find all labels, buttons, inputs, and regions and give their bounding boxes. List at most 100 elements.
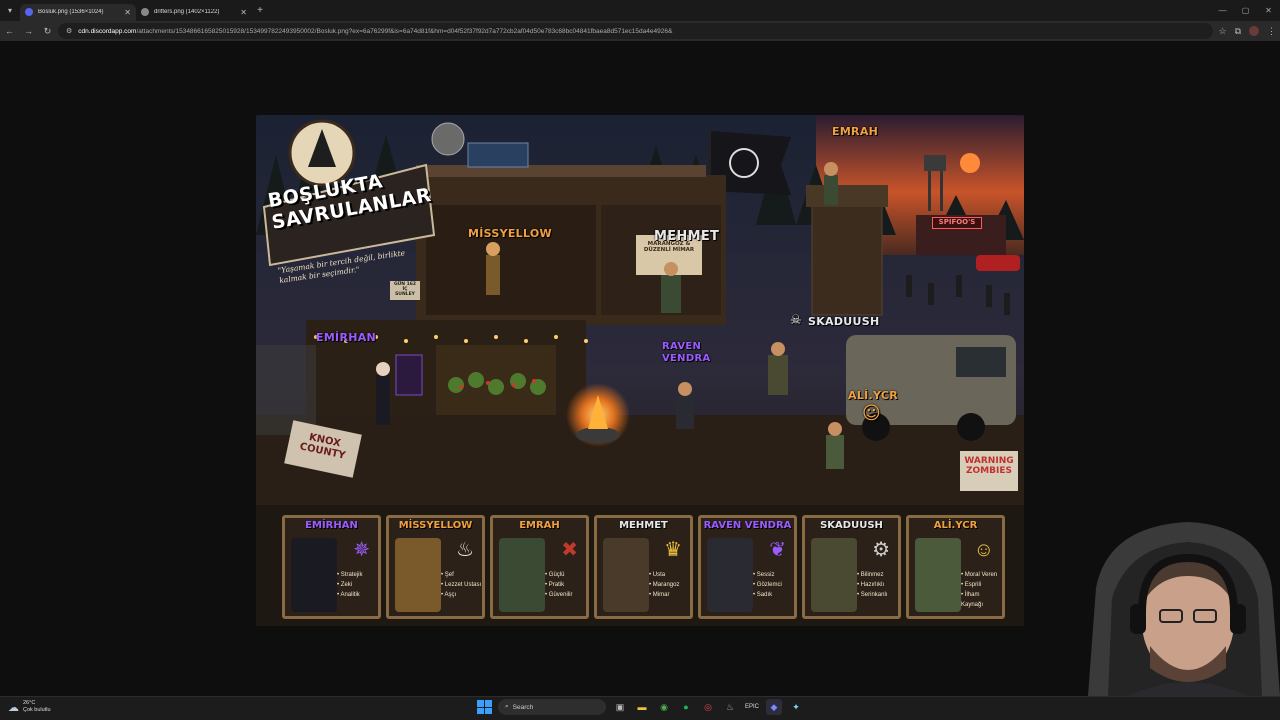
trait: Şef bbox=[441, 570, 481, 580]
trait: Sadık bbox=[753, 590, 782, 600]
crown-icon: ♛ bbox=[664, 539, 682, 561]
card-name: MİSSYELLOW bbox=[398, 520, 473, 531]
maximize-icon[interactable]: ▢ bbox=[1234, 0, 1257, 21]
trait: Bilinmez bbox=[857, 570, 887, 580]
portrait-mehmet bbox=[603, 538, 649, 612]
card-name: MEHMET bbox=[619, 520, 668, 531]
tab-search-icon[interactable]: ▾ bbox=[0, 0, 20, 21]
character-card-raven-vendra: RAVEN VENDRA ❦ Sessiz Gözlemci Sadık bbox=[698, 515, 797, 619]
card-name: EMRAH bbox=[519, 520, 560, 531]
webcam-overlay bbox=[1068, 518, 1280, 696]
trait: Esprili bbox=[961, 580, 1002, 590]
url-path: /attachments/1534866165825015928/1534997… bbox=[136, 27, 673, 35]
portrait-aliycr bbox=[915, 538, 961, 612]
card-name: ALİ.YCR bbox=[933, 520, 978, 531]
task-view-icon[interactable]: ▣ bbox=[612, 699, 628, 715]
menu-kebab-icon[interactable]: ⋮ bbox=[1267, 26, 1276, 37]
card-traits: Moral Veren Esprili İlham Kaynağı bbox=[961, 570, 1002, 610]
poster-image: BOŞLUKTA SAVRULANLAR "Yaşamak bir tercih… bbox=[256, 115, 1024, 626]
scene-label-emirhan: EMİRHAN bbox=[316, 331, 377, 344]
url-host: cdn.discordapp.com bbox=[78, 27, 137, 35]
search-label: Search bbox=[512, 703, 534, 711]
opera-icon[interactable]: ◎ bbox=[700, 699, 716, 715]
steam-icon[interactable]: ♨ bbox=[722, 699, 738, 715]
sign-gun-counter: GÜN 162 İÇ SUNLEY bbox=[390, 281, 420, 300]
extensions-icon[interactable]: ⧉ bbox=[1235, 26, 1241, 37]
address-bar[interactable]: ⚙ cdn.discordapp.com/attachments/1534866… bbox=[58, 23, 1213, 39]
trait: Lezzet Ustası bbox=[441, 580, 481, 590]
search-icon: ⌕ bbox=[505, 703, 509, 710]
skull-icon: ☠ bbox=[790, 313, 802, 328]
tab-close-icon[interactable]: ✕ bbox=[124, 8, 131, 17]
epic-games-icon[interactable]: EPIC bbox=[744, 699, 760, 715]
gear-icon: ⚙ bbox=[872, 539, 890, 561]
new-tab-button[interactable]: + bbox=[252, 5, 268, 16]
trait: Stratejik bbox=[337, 570, 363, 580]
window-controls: — ▢ ✕ bbox=[1211, 0, 1280, 21]
weather-temp: 26°C bbox=[23, 700, 36, 706]
cloud-icon: ☁ bbox=[8, 701, 19, 714]
browser-toolbar: ← → ↻ ⚙ cdn.discordapp.com/attachments/1… bbox=[0, 21, 1280, 41]
chrome-icon[interactable]: ◉ bbox=[656, 699, 672, 715]
minimize-icon[interactable]: — bbox=[1211, 0, 1234, 21]
card-traits: Sessiz Gözlemci Sadık bbox=[753, 570, 782, 600]
card-name: RAVEN VENDRA bbox=[703, 520, 792, 531]
weather-widget[interactable]: ☁ 26°C Çok bulutlu bbox=[8, 700, 51, 714]
trait: Moral Veren bbox=[961, 570, 1002, 580]
scene-label-raven: RAVEN VENDRA bbox=[662, 341, 711, 364]
character-card-skaduush: SKADUUSH ⚙ Bilinmez Hazırlıklı Serinkanl… bbox=[802, 515, 901, 619]
trait: Serinkanlı bbox=[857, 590, 888, 600]
taskbar-search[interactable]: ⌕ Search bbox=[498, 699, 606, 715]
forward-arrow-icon[interactable]: → bbox=[19, 26, 38, 36]
card-name: SKADUUSH bbox=[820, 520, 883, 531]
crossed-axes-icon: ✖ bbox=[561, 539, 578, 561]
trait: Marangoz bbox=[649, 580, 680, 590]
scene-label-missyellow: MİSSYELLOW bbox=[468, 227, 552, 240]
reload-icon[interactable]: ↻ bbox=[38, 26, 57, 37]
scene-label-skaduush: SKADUUSH bbox=[808, 315, 880, 328]
trait: Güvenilir bbox=[545, 590, 573, 600]
portrait-missyellow bbox=[395, 538, 441, 612]
trait: Mimar bbox=[649, 590, 679, 600]
discord-icon[interactable]: ◆ bbox=[766, 699, 782, 715]
profile-avatar-icon[interactable] bbox=[1249, 26, 1259, 36]
portrait-emrah bbox=[499, 538, 545, 612]
scene-label-aliycr: ALİ.YCR bbox=[848, 389, 899, 402]
tab-close-icon[interactable]: ✕ bbox=[240, 8, 247, 17]
file-explorer-icon[interactable]: ▬ bbox=[634, 699, 650, 715]
close-window-icon[interactable]: ✕ bbox=[1257, 0, 1280, 21]
smiley-icon: ☺ bbox=[862, 403, 882, 424]
portrait-emirhan bbox=[291, 538, 337, 612]
spotify-icon[interactable]: ● bbox=[678, 699, 694, 715]
tab-title: drifters.png (1402×1122) bbox=[154, 9, 220, 15]
raven-icon: ❦ bbox=[769, 539, 786, 561]
trait: İlham Kaynağı bbox=[961, 590, 1002, 610]
weather-desc: Çok bulutlu bbox=[23, 707, 51, 713]
portrait-raven bbox=[707, 538, 753, 612]
tab-bosluk[interactable]: Bosluk.png (1536×1024) ✕ bbox=[20, 3, 136, 21]
tab-drifters[interactable]: drifters.png (1402×1122) ✕ bbox=[136, 4, 252, 21]
webcam-feed bbox=[1068, 518, 1280, 696]
chef-hat-icon: ♨ bbox=[456, 539, 474, 561]
sign-marangoz: MARANGOZ & DÜZENLİ MİMAR bbox=[643, 241, 695, 254]
trait: Zeki bbox=[337, 580, 362, 590]
sign-spifoos: SPIFOO'S bbox=[932, 217, 982, 229]
trait: Analitik bbox=[337, 590, 362, 600]
trait: Gözlemci bbox=[753, 580, 782, 590]
bookmark-star-icon[interactable]: ☆ bbox=[1218, 26, 1226, 37]
character-cards: EMİRHAN ✵ Stratejik Zeki Analitik MİSSYE… bbox=[282, 515, 1006, 619]
card-traits: Bilinmez Hazırlıklı Serinkanlı bbox=[857, 570, 888, 600]
discord-favicon-icon bbox=[25, 8, 33, 16]
trait: Sessiz bbox=[753, 570, 782, 580]
trait: Güçlü bbox=[545, 570, 572, 580]
site-info-icon[interactable]: ⚙ bbox=[66, 27, 72, 35]
copilot-icon[interactable]: ✦ bbox=[788, 699, 804, 715]
back-arrow-icon[interactable]: ← bbox=[0, 26, 19, 36]
globe-favicon-icon bbox=[141, 8, 149, 16]
character-card-missyellow: MİSSYELLOW ♨ Şef Lezzet Ustası Aşçı bbox=[386, 515, 485, 619]
toolbar-actions: ☆ ⧉ ⋮ bbox=[1218, 21, 1276, 41]
windows-start-icon[interactable] bbox=[476, 699, 492, 715]
trait: Aşçı bbox=[441, 590, 481, 600]
card-traits: Güçlü Pratik Güvenilir bbox=[545, 570, 573, 600]
smiley-icon: ☺ bbox=[973, 539, 994, 561]
